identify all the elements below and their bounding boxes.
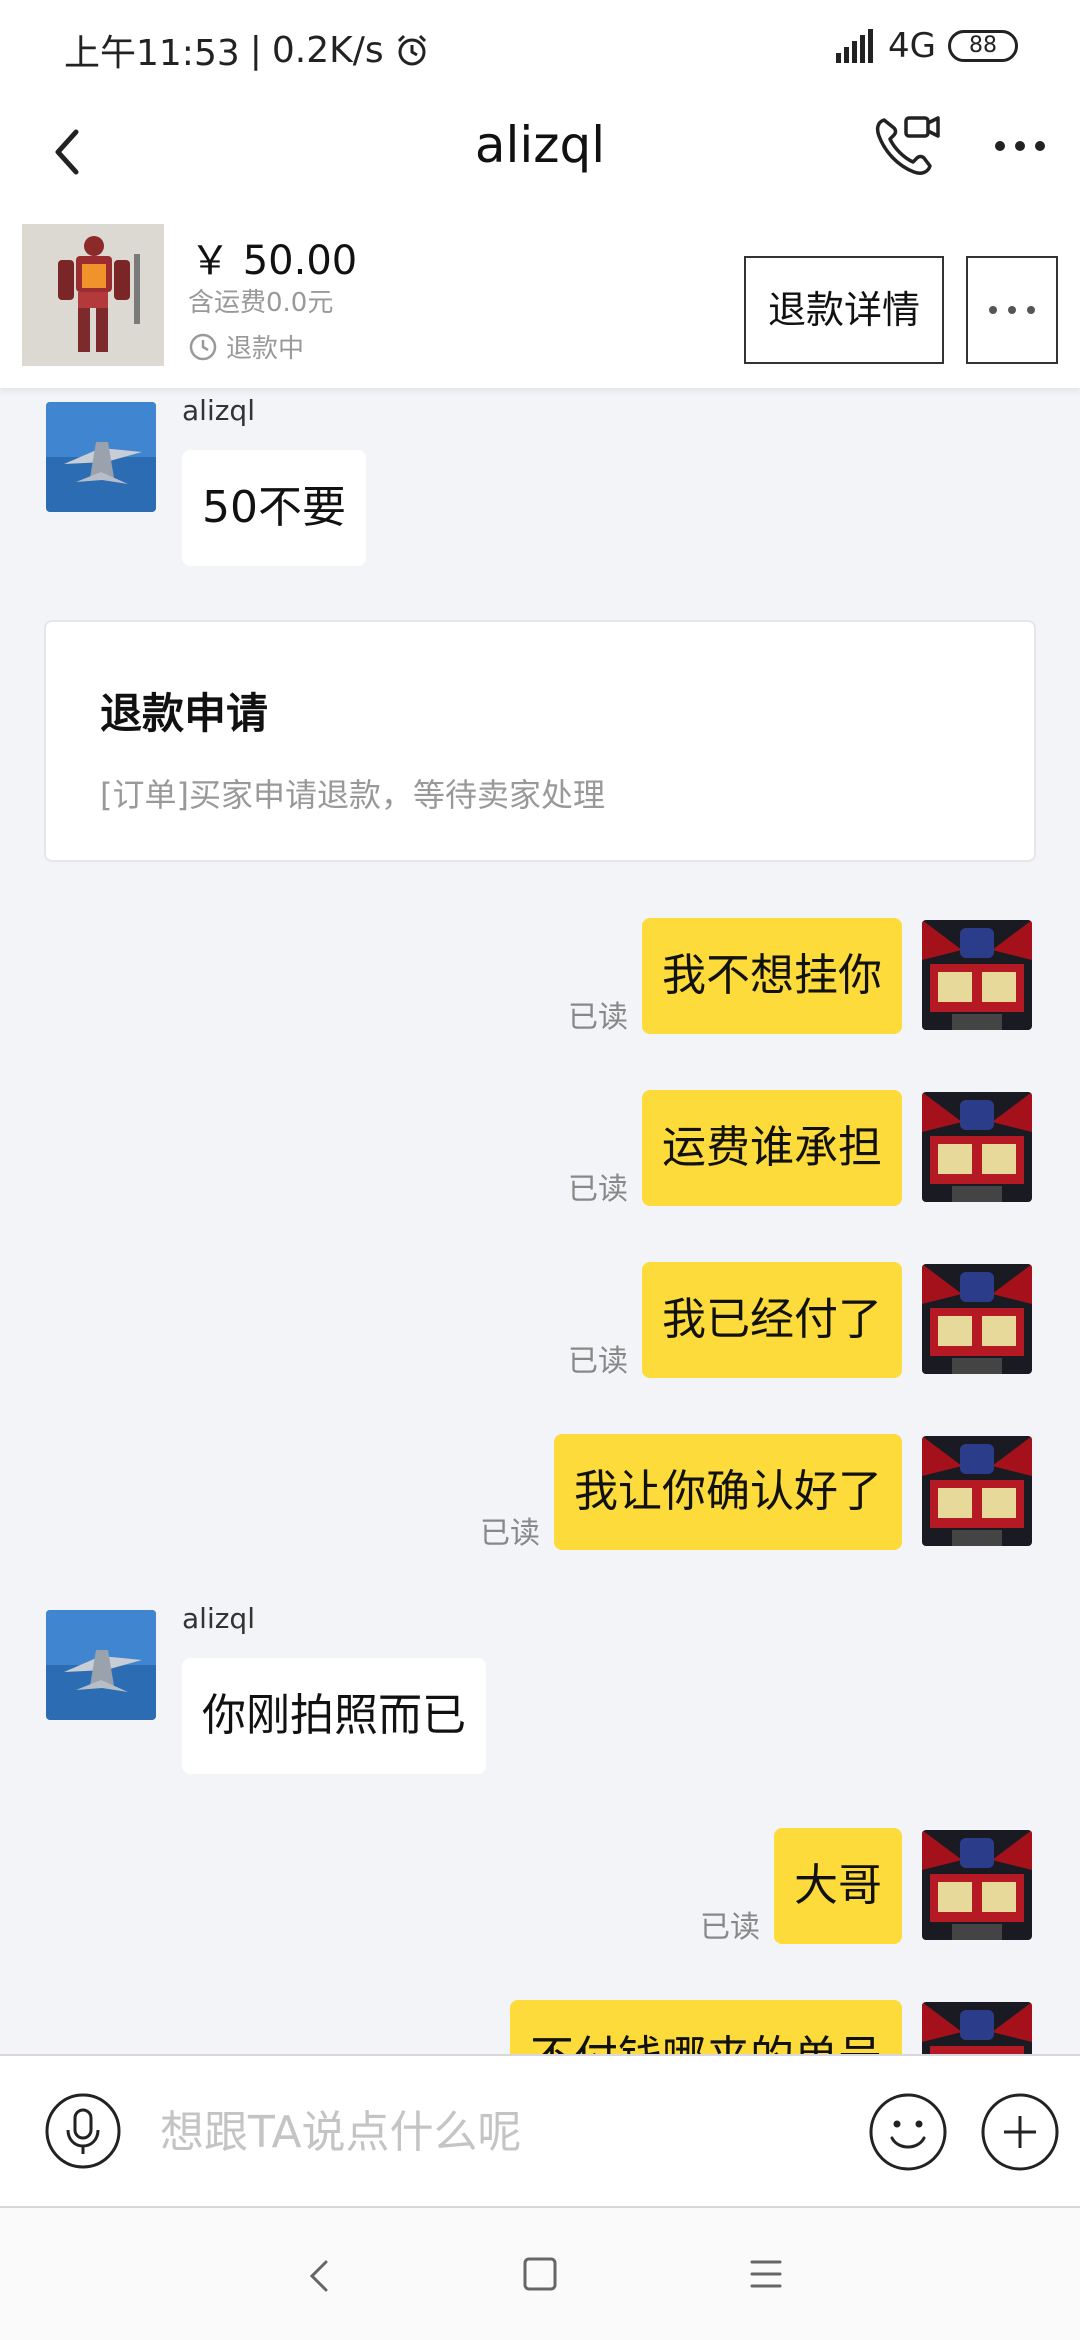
outgoing-message-bubble[interactable]: 不付钱哪来的单号 — [510, 2000, 902, 2054]
product-bar: ￥ 50.00 含运费0.0元 退款中 退款详情 — [0, 208, 1080, 388]
user-avatar[interactable] — [922, 2002, 1032, 2054]
network-type: 4G — [888, 26, 936, 66]
outgoing-message-bubble[interactable]: 我不想挂你 — [642, 918, 902, 1034]
outgoing-message-bubble[interactable]: 运费谁承担 — [642, 1090, 902, 1206]
status-right: 4G 88 — [832, 26, 1018, 66]
product-more-button[interactable] — [966, 256, 1058, 364]
product-price: ￥ 50.00 — [190, 238, 358, 284]
status-bar: 上午11:53 | 0.2K/s 4G 88 — [0, 0, 1080, 96]
read-receipt: 已读 — [700, 1910, 760, 1945]
status-left: 上午11:53 | 0.2K/s — [64, 24, 430, 76]
read-receipt: 已读 — [568, 1344, 628, 1379]
refund-application-card[interactable]: 退款申请 [订单]买家申请退款，等待卖家处理 — [44, 620, 1036, 862]
read-receipt: 已读 — [480, 1516, 540, 1551]
outgoing-message-bubble[interactable]: 我让你确认好了 — [554, 1434, 902, 1550]
user-avatar[interactable] — [922, 920, 1032, 1030]
alarm-icon — [397, 34, 426, 66]
microphone-icon[interactable] — [44, 2092, 122, 2170]
sender-name: alizql — [182, 394, 255, 427]
refund-card-description: [订单]买家申请退款，等待卖家处理 — [100, 776, 605, 814]
sender-name: alizql — [182, 1602, 255, 1635]
product-image[interactable] — [22, 224, 164, 366]
shipping-fee: 含运费0.0元 — [188, 288, 334, 318]
contact-avatar[interactable] — [46, 1610, 156, 1720]
more-dots-icon — [989, 306, 1035, 314]
outgoing-message-bubble[interactable]: 大哥 — [774, 1828, 902, 1944]
read-receipt: 已读 — [568, 1000, 628, 1035]
nav-home-icon[interactable] — [522, 2256, 558, 2292]
nav-back-icon[interactable] — [300, 2256, 340, 2296]
network-speed: 0.2K/s — [271, 29, 384, 71]
read-receipt: 已读 — [568, 1172, 628, 1207]
incoming-message-bubble[interactable]: 50不要 — [182, 450, 366, 566]
user-avatar[interactable] — [922, 1436, 1032, 1546]
add-icon[interactable] — [980, 2092, 1060, 2172]
status-divider: | — [249, 29, 262, 71]
message-input[interactable] — [160, 2096, 840, 2168]
refund-detail-button[interactable]: 退款详情 — [744, 256, 944, 364]
user-avatar[interactable] — [922, 1092, 1032, 1202]
signal-icon — [836, 29, 874, 63]
refund-status-label: 退款中 — [226, 334, 305, 364]
nav-menu-icon[interactable] — [746, 2256, 786, 2292]
status-time: 上午11:53 — [64, 33, 240, 74]
video-call-icon[interactable] — [870, 110, 942, 182]
emoji-icon[interactable] — [868, 2092, 948, 2172]
clock-icon — [189, 333, 217, 360]
system-nav-bar — [0, 2208, 1080, 2340]
refund-status: 退款中 — [188, 328, 304, 365]
chat-area[interactable]: alizql 50不要 退款申请 [订单]买家申请退款，等待卖家处理 已读 我不… — [0, 388, 1080, 2054]
contact-avatar[interactable] — [46, 402, 156, 512]
more-dots-icon[interactable] — [990, 126, 1050, 166]
user-avatar[interactable] — [922, 1264, 1032, 1374]
message-input-bar — [0, 2054, 1080, 2208]
outgoing-message-bubble[interactable]: 我已经付了 — [642, 1262, 902, 1378]
incoming-message-bubble[interactable]: 你刚拍照而已 — [182, 1658, 486, 1774]
battery-icon: 88 — [948, 30, 1018, 62]
refund-card-title: 退款申请 — [100, 689, 269, 738]
user-avatar[interactable] — [922, 1830, 1032, 1940]
chat-header: alizql — [0, 96, 1080, 208]
